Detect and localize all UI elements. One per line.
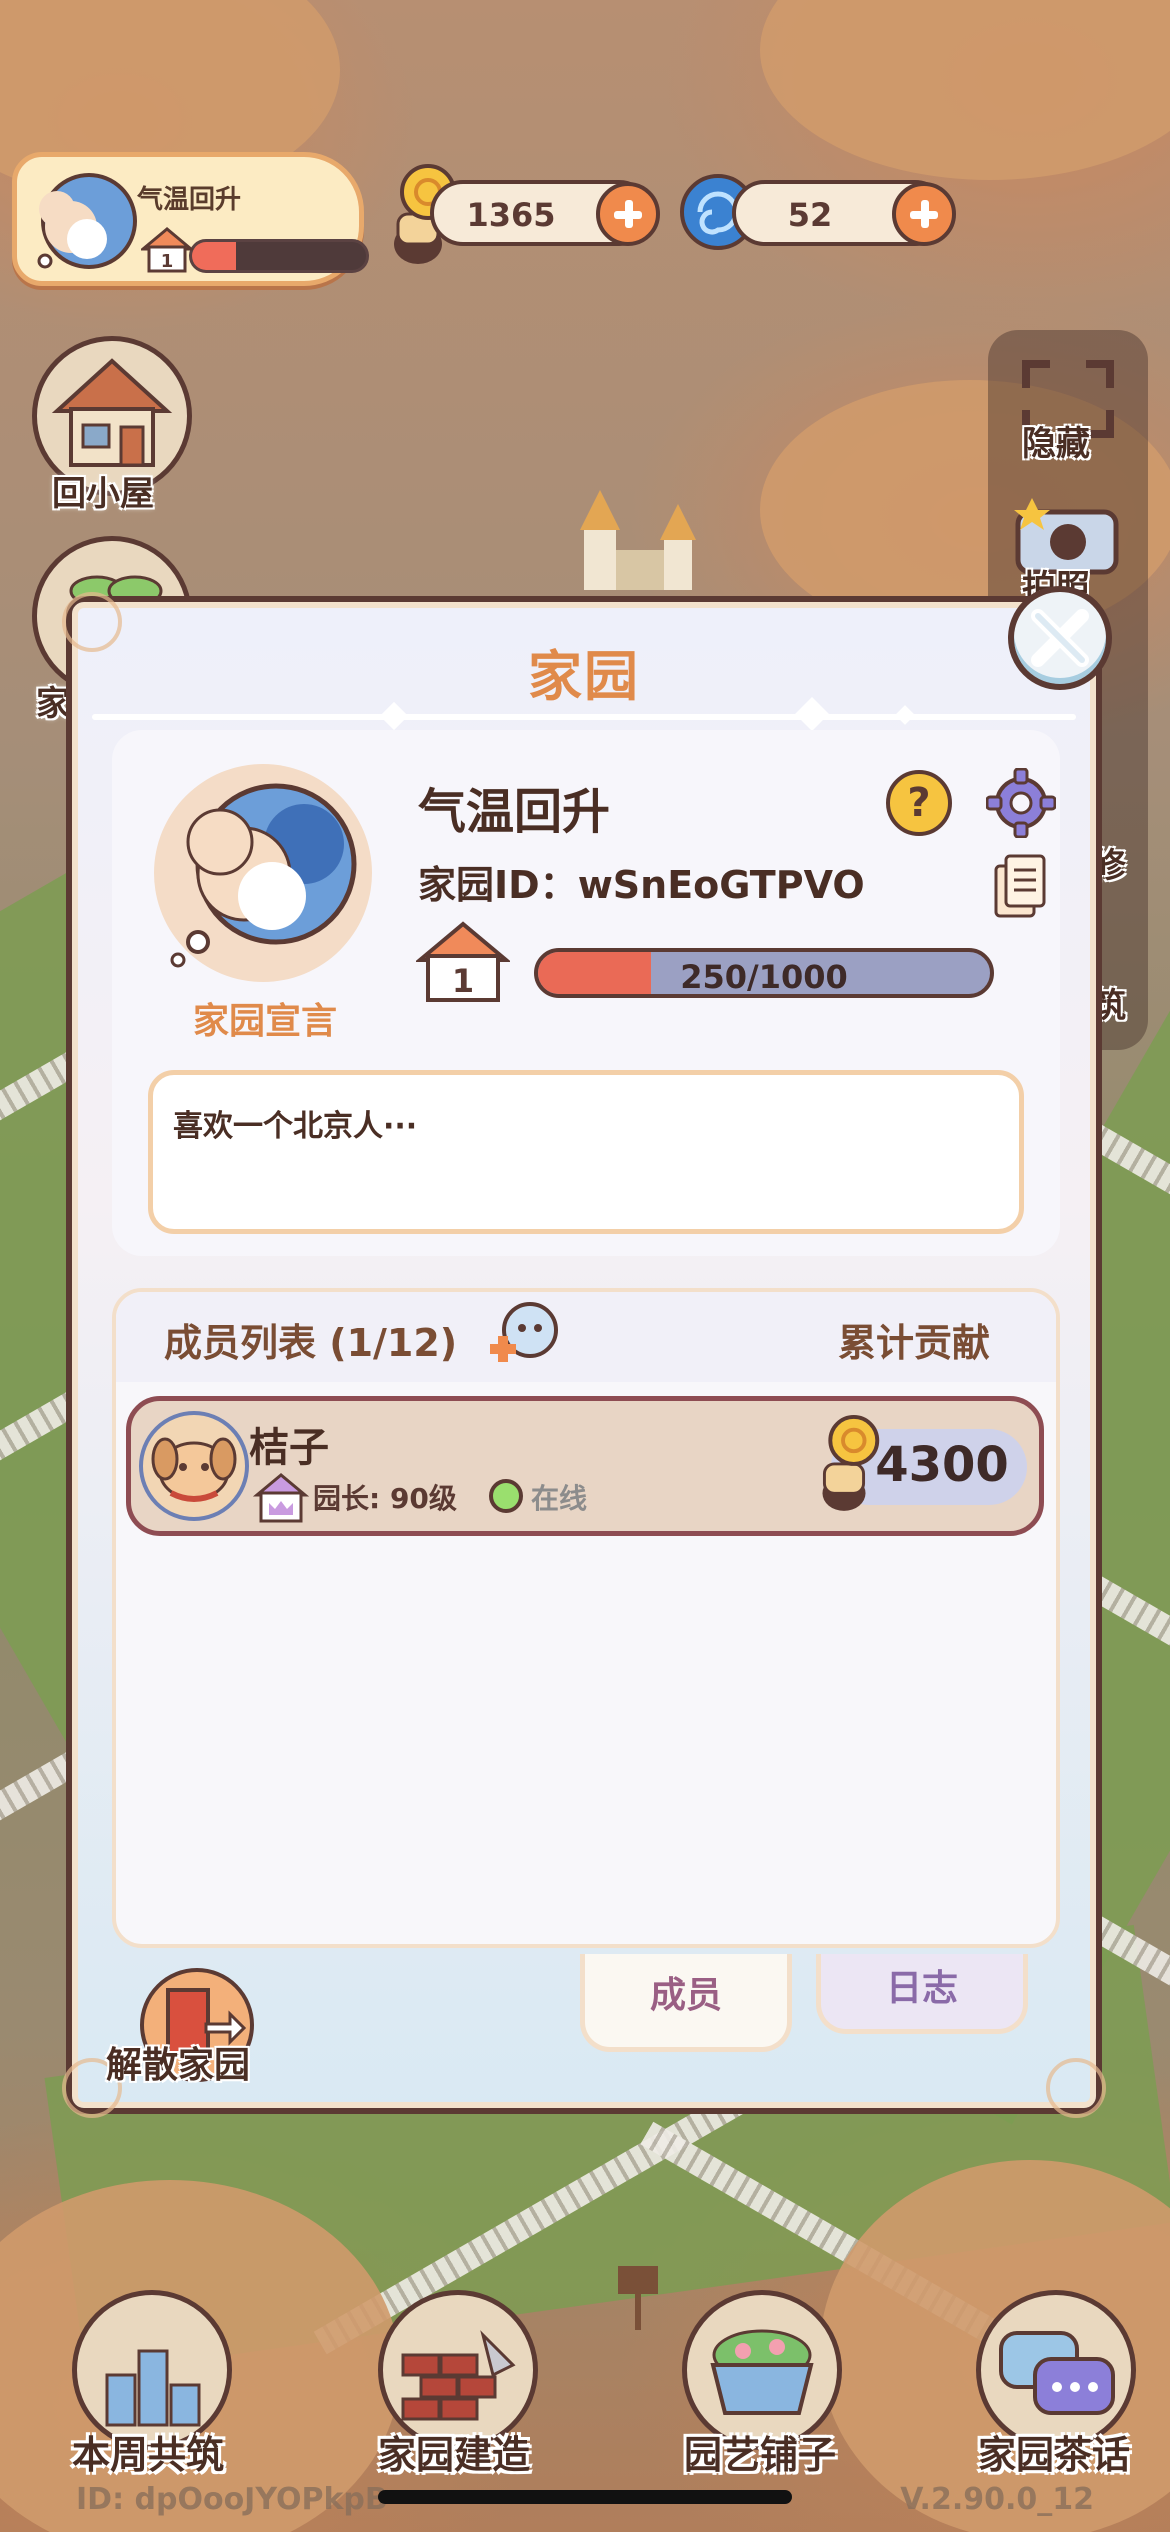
home-profile-chip[interactable]: 气温回升 1 [12,152,369,286]
flower-basket-icon [710,2329,814,2415]
snail-coin-value: 1365 [466,196,556,234]
home-indicator[interactable] [378,2490,792,2504]
weekly-build-label: 本周共筑 [72,2433,225,2477]
member-name: 桔子 [249,1425,329,1471]
close-icon [1031,609,1089,667]
home-progress-fill [192,242,236,270]
home-id: 家园ID：wSnEoGTPVO [418,854,865,909]
gear-icon[interactable] [986,768,1056,838]
home-modal: 家园 家园宣言 气温回升 家园ID：wSnEoGTPVO ? 1 250/100… [62,592,1106,2118]
add-gems-button[interactable] [892,182,956,246]
member-status: 在线 [531,1482,588,1515]
online-status-dot [489,1479,523,1513]
declaration-label: 家园宣言 [192,1001,337,1042]
back-home-label: 回小屋 [52,474,154,514]
house-level-icon: 1 [416,921,510,1002]
tab-log[interactable]: 日志 [816,1954,1028,2034]
bricks-trowel-icon [401,2330,516,2421]
member-list-card: 成员列表 (1/12) 累计贡献 桔子 园长: 90级 在线 4300 [112,1288,1060,1948]
house-level-icon: 1 [141,227,193,273]
contribution-header: 累计贡献 [837,1321,990,1365]
corner-ornament [1046,2058,1106,2118]
add-coins-button[interactable] [596,182,660,246]
declaration-box[interactable]: 喜欢一个北京人··· [148,1070,1024,1234]
help-button[interactable]: ? [886,770,952,836]
home-exp-bar: 250/1000 [534,948,994,998]
version-text: V.2.90.0_12 [900,2482,1094,2517]
user-id-text: ID: dpOooJYOPkpB [76,2482,388,2517]
cloud-avatar-icon [170,783,357,968]
home-progress-bar [189,239,369,273]
signpost [618,2266,658,2330]
garden-shop-label: 园艺铺子 [684,2433,837,2477]
dog-avatar-icon [151,1437,237,1502]
declaration-text: 喜欢一个北京人··· [173,1109,418,1144]
member-avatar [139,1411,249,1521]
close-modal-button[interactable] [1008,586,1112,690]
home-id-label: 家园ID： [418,863,578,907]
modal-title: 家园 [528,645,640,708]
disband-home-label: 解散家园 [106,2045,251,2086]
tab-members[interactable]: 成员 [580,1954,792,2052]
invite-member-icon[interactable] [486,1300,562,1368]
home-exp-text: 250/1000 [680,958,848,996]
member-role: 园长: 90级 [313,1482,457,1515]
member-list-title: 成员列表 (1/12) [164,1321,458,1365]
home-info-card: 家园宣言 气温回升 家园ID：wSnEoGTPVO ? 1 250/1000 喜… [112,730,1060,1256]
castle-building [580,490,696,590]
home-id-value: wSnEoGTPVO [577,863,865,907]
home-chat-label: 家园茶话 [978,2433,1131,2477]
swirl-gem-value: 52 [787,196,833,234]
member-list-header: 成员列表 (1/12) 累计贡献 [116,1292,1056,1382]
home-avatar[interactable] [154,764,372,982]
autumn-tree-cloud [760,0,1170,180]
chat-bubbles-icon [999,2331,1115,2415]
cloud-avatar-icon [37,173,137,269]
home-side-label: 家 [36,684,70,724]
home-name-title: 气温回升 [418,784,611,840]
member-row[interactable]: 桔子 园长: 90级 在线 4300 [126,1396,1044,1536]
copy-icon[interactable] [992,854,1048,920]
title-divider [92,714,1076,720]
home-level-number: 1 [452,962,474,1000]
swirl-gem-counter: 52 [732,180,956,246]
podium-icon [105,2349,201,2427]
house-level-number: 1 [161,251,174,272]
snail-coin-counter: 1365 [430,180,660,246]
home-name: 气温回升 [137,185,242,215]
home-build-label: 家园建造 [378,2433,531,2477]
snail-coin-icon [822,1415,880,1511]
crown-house-icon [253,1473,309,1523]
hide-label: 隐藏 [1022,424,1090,464]
